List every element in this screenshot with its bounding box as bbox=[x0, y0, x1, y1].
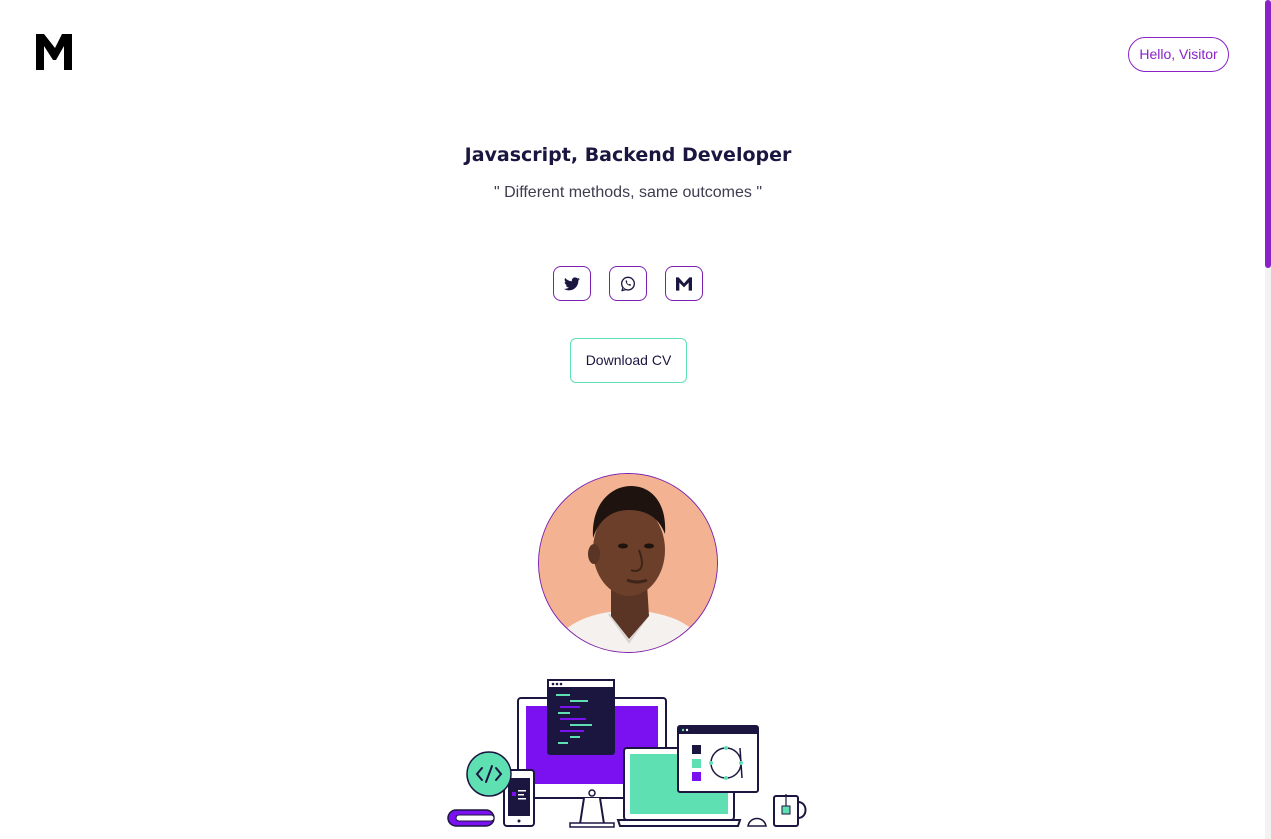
twitter-button[interactable] bbox=[553, 266, 591, 301]
download-cv-button[interactable]: Download CV bbox=[570, 338, 687, 383]
greeting-button[interactable]: Hello, Visitor bbox=[1128, 37, 1229, 72]
page-title: Javascript, Backend Developer bbox=[464, 144, 792, 166]
developer-workspace-illustration bbox=[447, 679, 807, 828]
twitter-icon bbox=[564, 276, 580, 290]
tagline: " Different methods, same outcomes " bbox=[493, 184, 763, 201]
logo[interactable] bbox=[36, 34, 74, 70]
avatar bbox=[538, 473, 718, 653]
whatsapp-button[interactable] bbox=[609, 266, 647, 301]
scrollbar-thumb[interactable] bbox=[1265, 0, 1271, 268]
gmail-button[interactable] bbox=[665, 266, 703, 301]
gmail-icon bbox=[676, 276, 692, 291]
whatsapp-icon bbox=[621, 276, 635, 291]
